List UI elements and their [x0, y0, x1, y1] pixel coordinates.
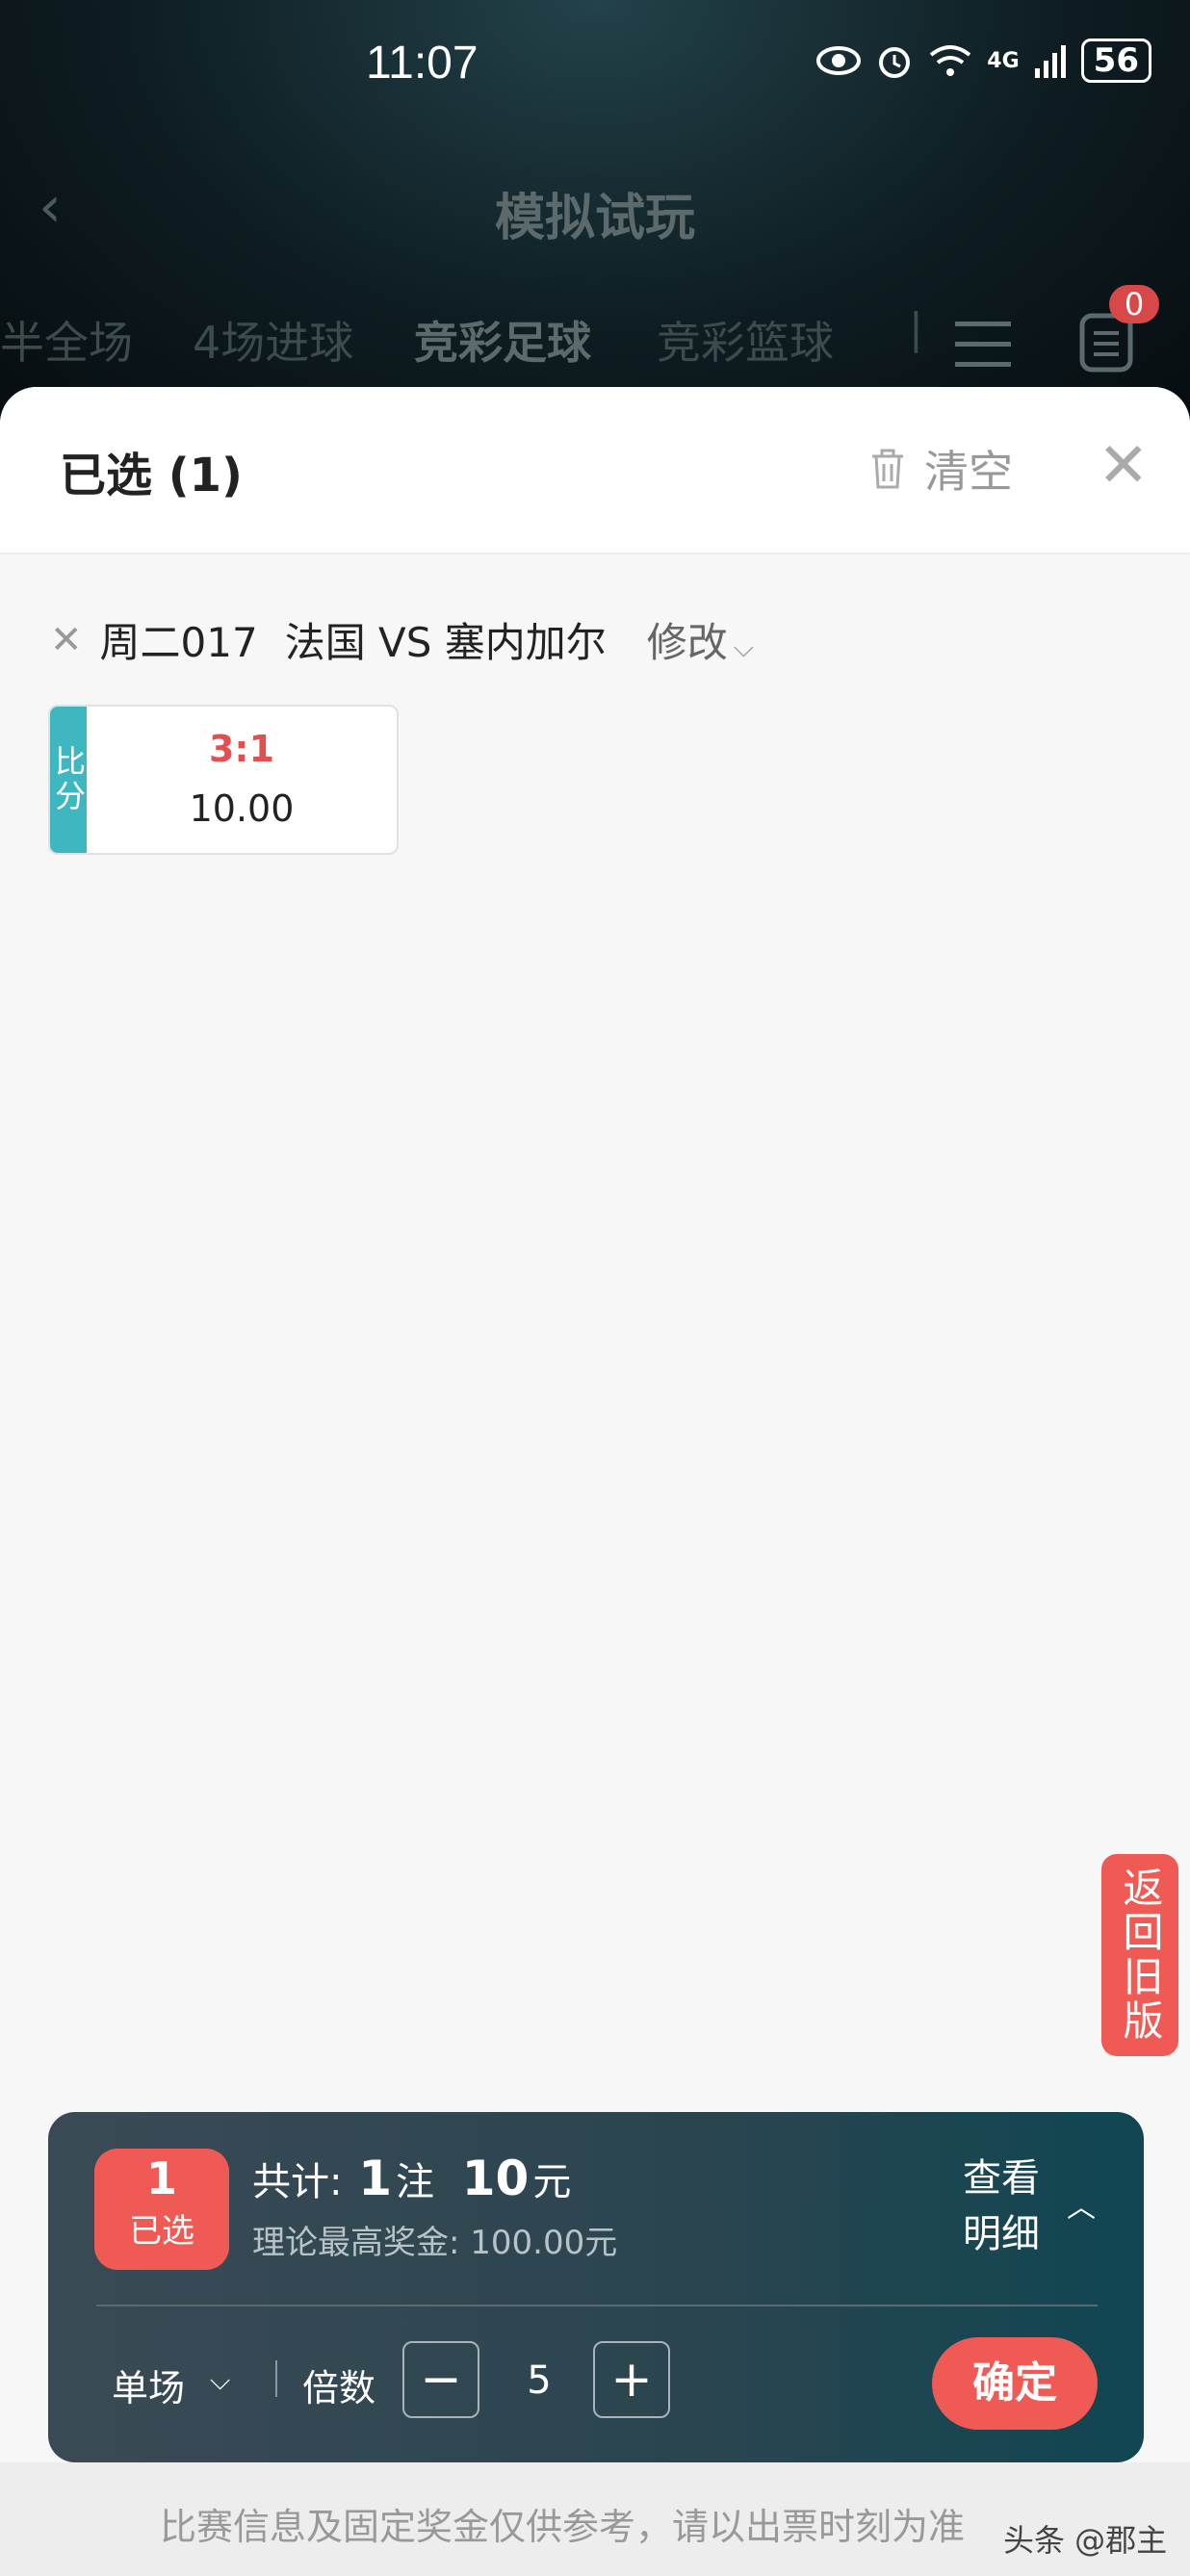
modify-button[interactable]: 修改 ⌵ — [647, 610, 754, 669]
battery-indicator: 56 — [1080, 39, 1151, 83]
selected-count-badge: 1 已选 — [94, 2149, 229, 2270]
selection-score: 3:1 — [208, 728, 275, 770]
clear-button[interactable]: 清空 — [868, 437, 1013, 501]
wifi-icon — [930, 45, 971, 76]
return-old-version-button[interactable]: 返回旧版 — [1101, 1854, 1178, 2056]
separator — [275, 2360, 277, 2397]
tab-bar: 半全场 4场进球 竞彩足球 竞彩篮球 | — [0, 304, 1190, 385]
close-icon[interactable]: ✕ — [1098, 435, 1150, 497]
footer-notice: 比赛信息及固定奖金仅供参考，请以出票时刻为准 — [160, 2506, 966, 2548]
cart-badge: 0 — [1109, 285, 1159, 323]
sheet-header: 已选 (1) 清空 ✕ — [0, 387, 1190, 554]
bet-amount: 10 — [461, 2151, 530, 2206]
view-detail-button[interactable]: 查看 明细 — [963, 2151, 1040, 2262]
detail-line1: 查看 — [963, 2156, 1040, 2201]
multiplier-label: 倍数 — [302, 2367, 376, 2409]
confirm-button[interactable]: 确定 — [932, 2337, 1098, 2430]
network-type: 4G — [987, 48, 1020, 73]
tab-half-full[interactable]: 半全场 — [0, 308, 133, 372]
decrease-multiplier-button[interactable]: − — [402, 2341, 479, 2418]
selected-count: 1 — [145, 2152, 177, 2204]
trash-icon — [872, 449, 903, 489]
status-bar: 11:07 4G 56 — [0, 0, 1190, 125]
detail-line2: 明细 — [963, 2212, 1040, 2256]
bet-summary-bar: 1 已选 共计: 1注 10 元 理论最高奖金: 100.00元 查看 明细 ︿ … — [48, 2112, 1144, 2462]
signal-icon — [1034, 45, 1066, 78]
alarm-icon — [879, 47, 911, 78]
selected-title: 已选 (1) — [60, 449, 243, 502]
chevron-up-icon[interactable]: ︿ — [1067, 2183, 1096, 2226]
match-row: ✕ 周二017 法国 VS 塞内加尔 修改 ⌵ — [50, 610, 754, 669]
chevron-down-icon: ⌵ — [733, 631, 755, 663]
mode-select[interactable]: 单场 — [112, 2358, 185, 2411]
max-prize: 理论最高奖金: 100.00元 — [252, 2224, 618, 2262]
watermark: 头条 @郡主 — [1003, 2522, 1168, 2559]
page-title: 模拟试玩 — [494, 190, 695, 247]
amount-unit: 元 — [532, 2160, 572, 2204]
chevron-down-icon[interactable]: ⌵ — [210, 2364, 230, 2397]
status-icons: 4G 56 — [815, 39, 1151, 83]
menu-icon[interactable] — [953, 318, 1013, 372]
status-time: 11:07 — [366, 38, 479, 89]
match-teams: 法国 VS 塞内加尔 — [284, 619, 607, 666]
total-prefix: 共计: — [252, 2160, 343, 2204]
increase-multiplier-button[interactable]: + — [593, 2341, 670, 2418]
bet-type-tag: 比分 — [50, 707, 87, 853]
bet-count: 1 — [358, 2151, 392, 2206]
divider: | — [909, 304, 923, 353]
clear-label: 清空 — [924, 446, 1013, 498]
selection-odds: 10.00 — [189, 787, 295, 830]
bet-unit: 注 — [396, 2160, 434, 2204]
eye-icon — [816, 46, 862, 75]
match-code: 周二017 — [99, 619, 258, 666]
selected-label: 已选 — [129, 2212, 194, 2251]
tab-jingcai-football[interactable]: 竞彩足球 — [414, 308, 591, 372]
tab-jingcai-basketball[interactable]: 竞彩篮球 — [657, 308, 834, 372]
total-summary: 共计: 1注 10 元 — [252, 2151, 571, 2206]
selection-card[interactable]: 比分 3:1 10.00 — [48, 705, 399, 855]
modify-label: 修改 — [646, 619, 728, 666]
remove-match-icon[interactable]: ✕ — [50, 618, 83, 662]
tab-4-goals[interactable]: 4场进球 — [193, 308, 353, 372]
old-version-label: 返回旧版 — [1117, 1867, 1164, 2044]
nav-bar: ‹ 模拟试玩 — [0, 164, 1190, 250]
bar-divider — [96, 2305, 1098, 2306]
multiplier-value[interactable]: 5 — [501, 2358, 578, 2403]
